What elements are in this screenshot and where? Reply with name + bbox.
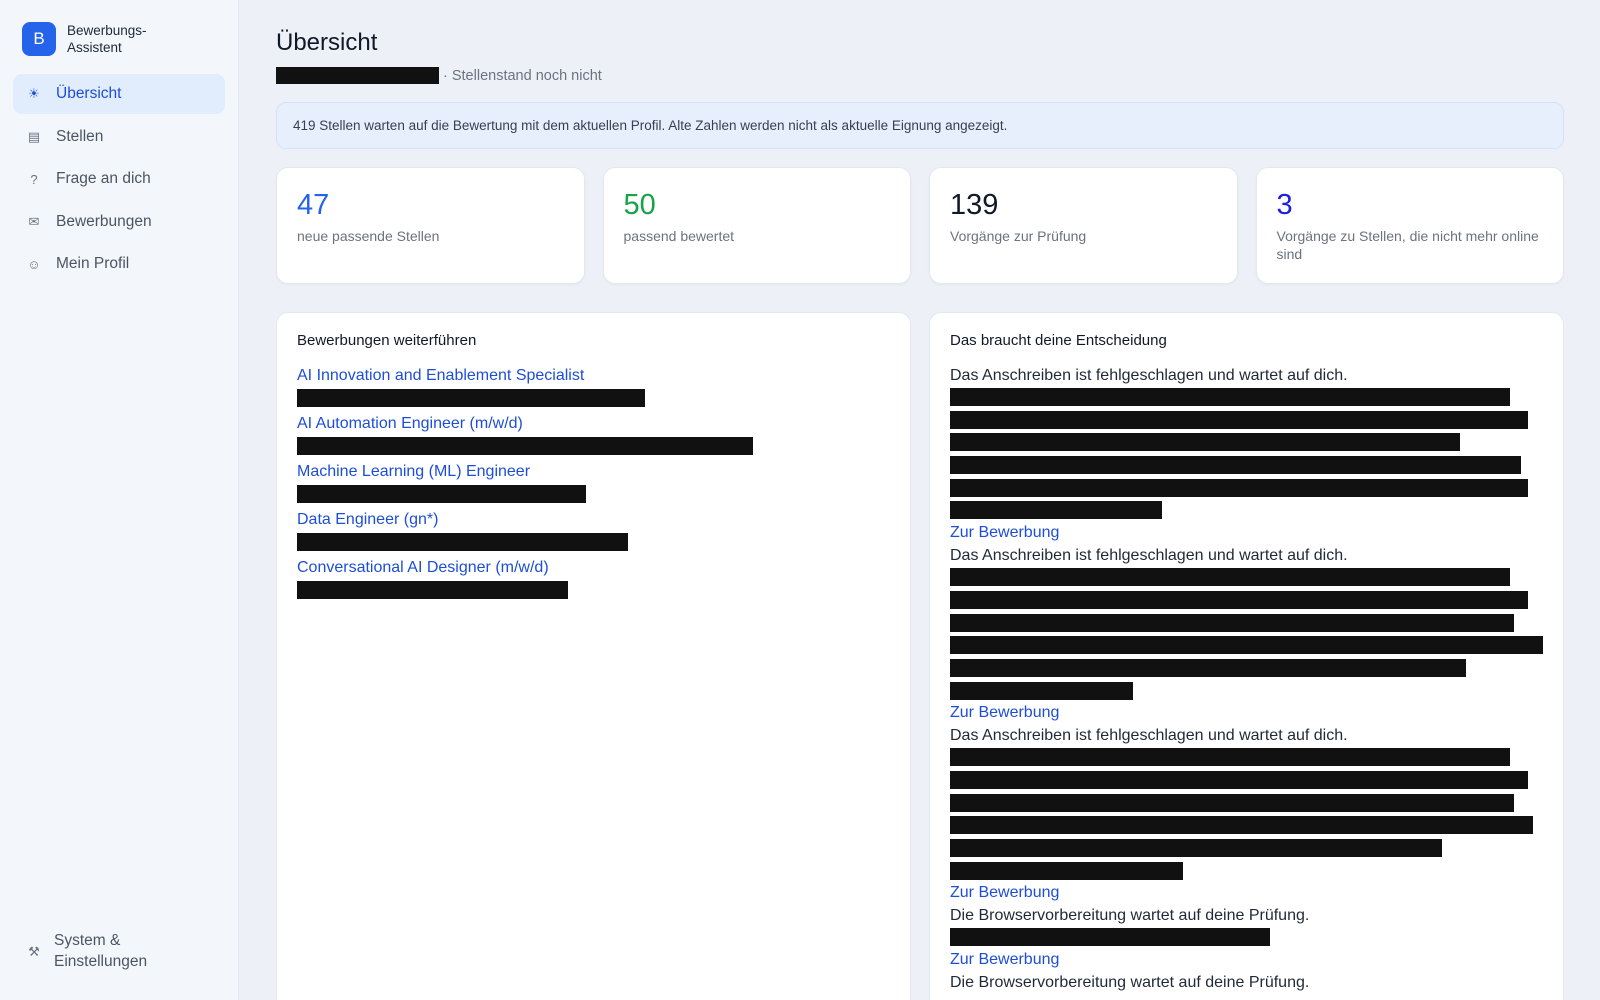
job-link[interactable]: AI Innovation and Enablement Specialist [297, 366, 890, 386]
decision-item: Das Anschreiben ist fehlgeschlagen und w… [950, 726, 1543, 903]
sidebar-item-label: Stellen [56, 127, 104, 145]
to-application-link[interactable]: Zur Bewerbung [950, 883, 1543, 903]
redacted-text [950, 861, 1183, 880]
stat-label: Vorgänge zur Prüfung [950, 228, 1087, 244]
main-content: Übersicht · Stellenstand noch nicht 419 … [276, 0, 1564, 1000]
decision-panel: Das braucht deine Entscheidung Das Ansch… [929, 312, 1564, 1000]
redacted-text [950, 793, 1514, 812]
sidebar: B Bewerbungs-Assistent ☀ Übersicht ▤ Ste… [0, 0, 239, 1000]
sidebar-item-system[interactable]: ⚒ System & Einstellungen [13, 930, 164, 972]
stat-label: neue passende Stellen [297, 228, 440, 244]
subtitle-status: · Stellenstand noch nicht [443, 67, 602, 84]
sidebar-nav: ☀ Übersicht ▤ Stellen ? Frage an dich ✉ … [0, 74, 238, 284]
job-link[interactable]: Data Engineer (gn*) [297, 510, 890, 530]
redacted-text [297, 581, 568, 599]
job-link[interactable]: Conversational AI Designer (m/w/d) [297, 558, 890, 578]
continue-applications-panel: Bewerbungen weiterführen AI Innovation a… [276, 312, 911, 1000]
sidebar-item-uebersicht[interactable]: ☀ Übersicht [13, 74, 225, 114]
sidebar-item-label: System & Einstellungen [54, 932, 148, 970]
redacted-text [950, 658, 1466, 677]
question-icon: ? [30, 171, 38, 187]
sidebar-item-frage[interactable]: ? Frage an dich [13, 159, 225, 199]
to-application-link[interactable]: Zur Bewerbung [950, 703, 1543, 723]
redacted-text [950, 568, 1510, 587]
sidebar-item-bewerbungen[interactable]: ✉ Bewerbungen [13, 202, 225, 242]
redacted-text [950, 388, 1510, 406]
stat-label: passend bewertet [623, 228, 735, 244]
redacted-text [950, 839, 1442, 857]
redacted-text [297, 485, 586, 503]
decision-text: Das Anschreiben ist fehlgeschlagen und w… [950, 367, 1348, 384]
sidebar-item-label: Bewerbungen [56, 212, 152, 230]
redacted-text [950, 478, 1528, 497]
tools-icon: ⚒ [28, 943, 40, 959]
page-subtitle: · Stellenstand noch nicht [276, 67, 1564, 84]
redacted-text [297, 389, 645, 407]
app-logo: B [22, 22, 56, 56]
page-title: Übersicht [276, 29, 378, 56]
redacted-text [950, 410, 1528, 429]
redacted-text [950, 681, 1133, 700]
sun-icon: ☀ [28, 86, 40, 101]
decision-item: Die Browservorbereitung wartet auf deine… [950, 906, 1543, 970]
job-link[interactable]: Machine Learning (ML) Engineer [297, 462, 890, 482]
panels-row: Bewerbungen weiterführen AI Innovation a… [276, 312, 1564, 1000]
redacted-text [950, 770, 1528, 789]
sidebar-item-label: Übersicht [56, 85, 122, 102]
stats-row: 47 neue passende Stellen 50 passend bewe… [276, 167, 1564, 284]
decision-text: Die Browservorbereitung wartet auf deine… [950, 974, 1310, 992]
sidebar-item-profil[interactable]: ☺ Mein Profil [13, 244, 225, 284]
panel-title: Das braucht deine Entscheidung [950, 332, 1167, 349]
sidebar-item-label: Mein Profil [56, 255, 130, 272]
list-icon: ▤ [27, 128, 41, 144]
stat-card-rated-matching[interactable]: 50 passend bewertet [602, 167, 911, 284]
stat-card-new-matches[interactable]: 47 neue passende Stellen [276, 167, 585, 284]
stat-value: 139 [950, 189, 999, 221]
redacted-text [950, 928, 1270, 947]
mail-icon: ✉ [28, 213, 40, 229]
job-link[interactable]: AI Automation Engineer (m/w/d) [297, 414, 890, 434]
redacted-text [950, 816, 1533, 835]
smiley-icon: ☺ [27, 256, 41, 272]
stat-value: 50 [623, 189, 656, 221]
brand: B Bewerbungs-Assistent [0, 0, 238, 56]
redacted-text [950, 456, 1521, 475]
sidebar-item-stellen[interactable]: ▤ Stellen [13, 117, 225, 157]
redacted-text [297, 437, 753, 455]
panel-title: Bewerbungen weiterführen [297, 332, 477, 349]
app-name: Bewerbungs-Assistent [67, 23, 147, 55]
sidebar-item-label: Frage an dich [56, 170, 151, 187]
stat-value: 47 [297, 189, 330, 221]
decision-item: Das Anschreiben ist fehlgeschlagen und w… [950, 546, 1543, 723]
stat-card-review[interactable]: 139 Vorgänge zur Prüfung [929, 167, 1238, 284]
to-application-link[interactable]: Zur Bewerbung [950, 950, 1543, 970]
stat-value: 3 [1276, 189, 1293, 221]
decision-text: Das Anschreiben ist fehlgeschlagen und w… [950, 727, 1348, 745]
decision-text: Die Browservorbereitung wartet auf deine… [950, 907, 1310, 925]
redacted-text [950, 501, 1162, 520]
redacted-text [950, 636, 1543, 655]
redacted-text [950, 613, 1514, 632]
decision-text: Das Anschreiben ist fehlgeschlagen und w… [950, 547, 1348, 565]
redacted-text [950, 748, 1510, 767]
redacted-text [276, 67, 439, 84]
to-application-link[interactable]: Zur Bewerbung [950, 523, 1543, 543]
stat-label: Vorgänge zu Stellen, die nicht mehr onli… [1276, 228, 1539, 262]
redacted-text [950, 433, 1460, 452]
redacted-text [297, 533, 628, 551]
decision-item: Das Anschreiben ist fehlgeschlagen und w… [950, 366, 1543, 543]
stat-card-offline[interactable]: 3 Vorgänge zu Stellen, die nicht mehr on… [1255, 167, 1564, 284]
redacted-text [950, 590, 1528, 609]
info-banner: 419 Stellen warten auf die Bewertung mit… [276, 102, 1564, 149]
decision-item: Die Browservorbereitung wartet auf deine… [950, 973, 1543, 993]
